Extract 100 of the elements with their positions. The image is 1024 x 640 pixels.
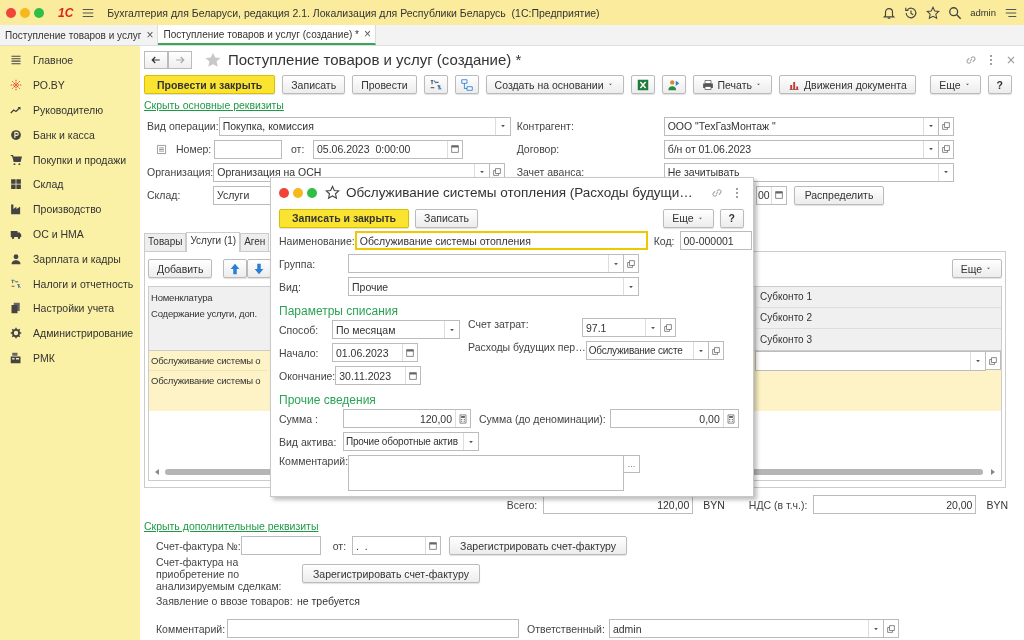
button[interactable]: Записать (282, 75, 346, 95)
help-button[interactable]: ? (987, 75, 1012, 95)
start-date-field[interactable]: 01.06.2023 (332, 343, 418, 362)
save-button[interactable]: Записать (415, 208, 478, 228)
sidebar-item[interactable]: Зарплата и кадры (0, 246, 140, 272)
window-tab[interactable]: Поступление товаров и услуг (создание) * × (158, 25, 377, 45)
open-button[interactable] (986, 351, 1001, 371)
calendar-button[interactable] (770, 186, 786, 204)
group-field[interactable] (348, 254, 624, 273)
date-field[interactable]: 00 (755, 185, 787, 205)
register-invoice-button[interactable]: Зарегистрировать счет-фактуру (449, 536, 627, 556)
icon-button[interactable] (630, 75, 655, 95)
comment-field[interactable] (348, 455, 625, 491)
field-label: Заявление о ввозе товаров: (156, 594, 294, 607)
icon-button[interactable] (661, 75, 686, 95)
search-icon[interactable] (948, 5, 963, 20)
sum-field[interactable]: 120,00 (343, 409, 471, 428)
responsible-field[interactable]: admin (608, 619, 884, 639)
open-button[interactable] (661, 318, 676, 337)
vat-field[interactable]: 20,00 (813, 495, 977, 515)
number-field[interactable] (214, 139, 282, 159)
name-field[interactable]: Обслуживание системы отопления (354, 231, 648, 250)
sidebar-item[interactable]: Банк и касса (0, 122, 140, 148)
help-button[interactable]: ? (719, 208, 744, 228)
move-up-button[interactable] (223, 259, 248, 279)
menu-button[interactable]: Еще (663, 208, 714, 228)
cell-editor-field[interactable] (755, 350, 986, 371)
history-icon[interactable] (904, 5, 919, 20)
star-icon[interactable] (926, 5, 941, 20)
add-button[interactable]: Добавить (148, 259, 213, 279)
column-header[interactable]: Субконто 1 (755, 286, 1001, 308)
sidebar-item[interactable]: ОС и НМА (0, 221, 140, 247)
column-header[interactable]: Субконто 2 (755, 307, 1001, 329)
distribute-button[interactable]: Распределить (793, 185, 885, 205)
button[interactable]: Провести (352, 75, 417, 95)
calendar-button[interactable] (402, 344, 417, 361)
user-name[interactable]: admin (970, 7, 996, 18)
register-invoice-button[interactable]: Зарегистрировать счет-фактуру (302, 564, 480, 584)
sidebar-item[interactable]: Склад (0, 172, 140, 197)
calendar-icon (449, 143, 461, 156)
icon-button[interactable] (454, 75, 479, 95)
comment-field[interactable] (227, 619, 519, 639)
date-field[interactable]: 05.06.2023 0:00:00 (313, 139, 463, 159)
calendar-button[interactable] (447, 140, 462, 158)
operation-type-field[interactable]: Покупка, комиссия (218, 116, 511, 136)
close-button[interactable]: × (146, 28, 154, 42)
close-button[interactable] (6, 7, 16, 18)
sidebar-item[interactable]: Производство (0, 196, 140, 222)
sidebar-item[interactable]: Руководителю (0, 97, 140, 123)
forward-button[interactable] (168, 50, 192, 69)
close-button[interactable]: × (364, 27, 372, 41)
column-header[interactable]: Номенклатура (149, 286, 267, 308)
back-button[interactable] (144, 50, 168, 69)
tab[interactable]: Товары (144, 232, 187, 251)
star-icon[interactable] (325, 185, 340, 200)
invoice-date-field[interactable]: . . (352, 536, 442, 556)
sidebar-item[interactable]: Покупки и продажи (0, 147, 140, 172)
sidebar-item[interactable]: Администрирование (0, 320, 140, 346)
maximize-button[interactable] (307, 187, 317, 198)
post-and-close-button[interactable]: Провести и закрыть (144, 75, 276, 95)
tab[interactable]: Аген (240, 232, 270, 251)
invoice-number-field[interactable] (240, 536, 321, 556)
calculator-button[interactable] (722, 410, 738, 427)
move-down-button[interactable] (247, 259, 272, 279)
close-button[interactable] (279, 187, 289, 198)
sidebar-item[interactable]: РМК (0, 345, 140, 371)
end-date-field[interactable]: 30.11.2023 (335, 366, 422, 385)
method-field[interactable]: По месяцам (332, 320, 460, 339)
code-field[interactable]: 00-000001 (679, 231, 752, 250)
counterparty-field[interactable]: ООО "ТехГазМонтаж " (663, 116, 939, 136)
column-header[interactable]: Субконто 3 (755, 328, 1001, 350)
account-field[interactable]: 97.1 (582, 318, 661, 337)
deferred-expense-field[interactable]: Обслуживание систе (585, 341, 709, 360)
sidebar-item[interactable]: Настройки учета (0, 295, 140, 321)
minimize-button[interactable] (293, 187, 303, 198)
menu-button[interactable]: Печать (692, 75, 772, 95)
sidebar-item[interactable]: Налоги и отчетность (0, 271, 140, 296)
hide-details-link[interactable]: Скрыть основные реквизиты (144, 99, 284, 112)
column-header[interactable]: Содержание услуги, доп. (149, 307, 267, 350)
kind-field[interactable]: Прочие (348, 277, 639, 296)
menu-button[interactable]: Создать на основании (485, 75, 624, 95)
calculator-button[interactable] (455, 410, 470, 427)
save-and-close-button[interactable]: Записать и закрыть (279, 208, 410, 228)
menu-button[interactable]: Еще (951, 259, 1002, 279)
sidebar-item[interactable]: Главное (0, 48, 140, 73)
open-button[interactable] (624, 254, 639, 273)
advance-offset-field[interactable]: Не зачитывать (663, 162, 954, 182)
bell-icon[interactable] (882, 5, 897, 20)
sum-before-field[interactable]: 0,00 (609, 409, 739, 428)
sidebar-item[interactable]: РО.BY (0, 72, 140, 98)
maximize-button[interactable] (34, 7, 44, 18)
select-button[interactable]: ... (624, 455, 641, 473)
asset-type-field[interactable]: Прочие оборотные актив (343, 432, 479, 451)
icon-button[interactable] (423, 75, 448, 95)
button[interactable]: Движения документа (778, 75, 916, 95)
contract-field[interactable]: б/н от 01.06.2023 (663, 139, 939, 159)
minimize-button[interactable] (20, 7, 30, 18)
hide-details-link[interactable]: Скрыть дополнительные реквизиты (144, 519, 319, 532)
menu-button[interactable]: Еще (930, 75, 981, 95)
tab[interactable]: Услуги (1) (186, 231, 241, 252)
